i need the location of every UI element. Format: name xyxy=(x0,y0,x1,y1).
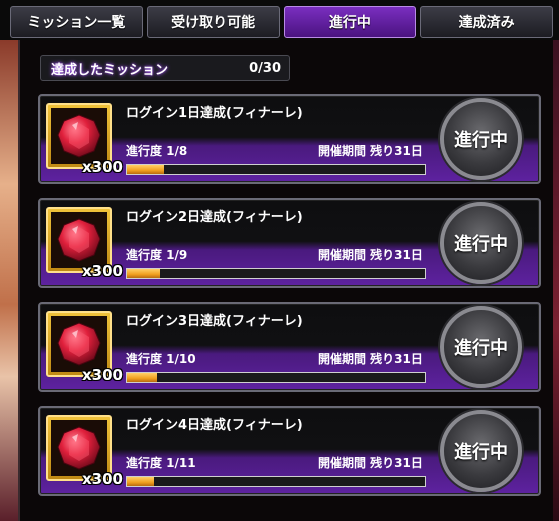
mission-period: 開催期間 残り31日 xyxy=(318,144,423,158)
mission-panel: 達成したミッション 0/30 x300 ログイン1日達成(フィナーレ) 進行度 … xyxy=(18,40,553,521)
mission-period: 開催期間 残り31日 xyxy=(318,352,423,366)
mission-status-button[interactable]: 進行中 xyxy=(440,202,522,284)
red-gem-icon xyxy=(57,114,101,158)
reward-quantity: x300 xyxy=(82,470,123,488)
mission-list: x300 ログイン1日達成(フィナーレ) 進行度 1/8 開催期間 残り31日 … xyxy=(38,94,544,510)
mission-progress-text: 進行度 1/8 xyxy=(126,144,188,158)
reward-quantity: x300 xyxy=(82,158,123,176)
mission-card: x300 ログイン2日達成(フィナーレ) 進行度 1/9 開催期間 残り31日 … xyxy=(38,198,541,288)
tab-bar: ミッション一覧 受け取り可能 進行中 達成済み xyxy=(0,0,559,40)
red-gem-icon xyxy=(57,322,101,366)
tab-in-progress[interactable]: 進行中 xyxy=(283,6,417,38)
mission-progress-text: 進行度 1/10 xyxy=(126,352,196,366)
mission-card: x300 ログイン1日達成(フィナーレ) 進行度 1/8 開催期間 残り31日 … xyxy=(38,94,541,184)
mission-title: ログイン3日達成(フィナーレ) xyxy=(126,314,303,329)
reward-quantity: x300 xyxy=(82,366,123,384)
mission-card: x300 ログイン3日達成(フィナーレ) 進行度 1/10 開催期間 残り31日… xyxy=(38,302,541,392)
achieved-summary-count: 0/30 xyxy=(249,60,281,76)
tab-completed[interactable]: 達成済み xyxy=(420,6,553,38)
tab-mission-list[interactable]: ミッション一覧 xyxy=(10,6,143,38)
mission-progress-fill xyxy=(127,269,161,278)
mission-period: 開催期間 残り31日 xyxy=(318,248,423,262)
mission-status-button[interactable]: 進行中 xyxy=(440,98,522,180)
mission-card: x300 ログイン4日達成(フィナーレ) 進行度 1/11 開催期間 残り31日… xyxy=(38,406,541,496)
mission-progress-text: 進行度 1/11 xyxy=(126,456,196,470)
mission-progress-bar xyxy=(126,268,426,279)
background-character-art xyxy=(0,40,20,521)
mission-title: ログイン2日達成(フィナーレ) xyxy=(126,210,303,225)
tab-claimable[interactable]: 受け取り可能 xyxy=(146,6,280,38)
mission-status-button[interactable]: 進行中 xyxy=(440,410,522,492)
achieved-summary-label: 達成したミッション xyxy=(51,62,169,78)
mission-progress-fill xyxy=(127,477,155,486)
mission-title: ログイン1日達成(フィナーレ) xyxy=(126,106,303,121)
mission-progress-bar xyxy=(126,372,426,383)
mission-progress-bar xyxy=(126,476,426,487)
mission-progress-bar xyxy=(126,164,426,175)
achieved-summary: 達成したミッション 0/30 xyxy=(40,55,290,81)
red-gem-icon xyxy=(57,218,101,262)
mission-progress-fill xyxy=(127,165,165,174)
mission-period: 開催期間 残り31日 xyxy=(318,456,423,470)
mission-title: ログイン4日達成(フィナーレ) xyxy=(126,418,303,433)
mission-progress-text: 進行度 1/9 xyxy=(126,248,188,262)
red-gem-icon xyxy=(57,426,101,470)
reward-quantity: x300 xyxy=(82,262,123,280)
mission-progress-fill xyxy=(127,373,157,382)
mission-status-button[interactable]: 進行中 xyxy=(440,306,522,388)
